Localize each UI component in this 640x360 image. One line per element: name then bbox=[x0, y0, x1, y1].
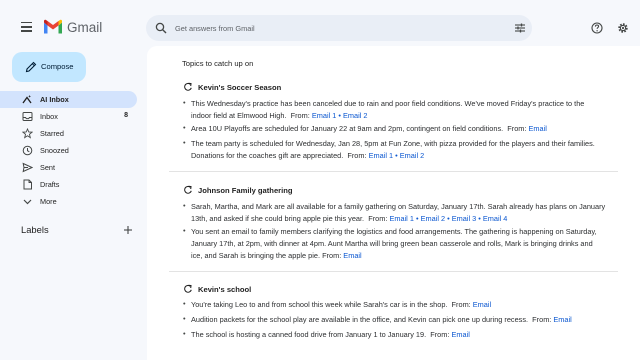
bullet-dot: • bbox=[183, 314, 186, 323]
nav-item-more[interactable]: More bbox=[0, 193, 137, 210]
bullet-dot: • bbox=[183, 226, 186, 235]
nav-item-starred[interactable]: Starred bbox=[0, 125, 137, 142]
topic-title: Kevin's school bbox=[198, 285, 252, 294]
topics-title: Topics to catch up on bbox=[182, 59, 254, 68]
gear-icon[interactable] bbox=[617, 22, 629, 34]
nav-item-snoozed[interactable]: Snoozed bbox=[0, 142, 137, 159]
star-icon bbox=[22, 128, 33, 139]
ai-inbox-icon bbox=[22, 95, 32, 104]
email-link[interactable]: Email 1 bbox=[369, 151, 394, 160]
email-link[interactable]: Email 4 bbox=[483, 214, 508, 223]
clock-icon bbox=[22, 145, 33, 156]
topic-title: Kevin's Soccer Season bbox=[198, 83, 282, 92]
nav-item-drafts[interactable]: Drafts bbox=[0, 176, 137, 193]
nav-label: More bbox=[40, 197, 57, 206]
bullet-dot: • bbox=[183, 138, 186, 147]
bullet-dot: • bbox=[183, 123, 186, 132]
bullet-dot: • bbox=[183, 299, 186, 308]
refresh-icon bbox=[184, 185, 192, 194]
help-icon[interactable] bbox=[591, 22, 603, 34]
bullet-text: You're taking Leo to and from school thi… bbox=[191, 300, 492, 309]
section-divider bbox=[169, 271, 618, 272]
brand-name[interactable]: Gmail bbox=[67, 20, 102, 35]
section-divider bbox=[169, 171, 618, 172]
nav-label: Sent bbox=[40, 163, 56, 172]
email-link[interactable]: Email 3 bbox=[452, 214, 477, 223]
nav-label: Inbox bbox=[40, 112, 58, 121]
email-link[interactable]: Email bbox=[343, 251, 361, 260]
send-icon bbox=[22, 162, 33, 173]
bullet-text: Sarah, Martha, and Mark are all availabl… bbox=[191, 202, 606, 223]
menu-icon[interactable] bbox=[21, 22, 32, 32]
email-link[interactable]: Email 1 bbox=[312, 111, 337, 120]
email-link[interactable]: Email bbox=[451, 330, 469, 339]
nav-label: AI Inbox bbox=[40, 95, 69, 104]
chevron-down-icon bbox=[23, 199, 32, 205]
bullet-dot: • bbox=[183, 98, 186, 107]
tune-icon[interactable] bbox=[514, 22, 526, 34]
topic-title: Johnson Family gathering bbox=[198, 186, 293, 195]
ai-inbox-panel: Topics to catch up on Kevin's Soccer Sea… bbox=[147, 46, 640, 360]
search-icon[interactable] bbox=[155, 22, 167, 34]
nav-item-inbox[interactable]: Inbox 8 bbox=[0, 108, 137, 125]
bullet-text: The team party is scheduled for Wednesda… bbox=[191, 139, 595, 160]
email-link[interactable]: Email 1 bbox=[389, 214, 414, 223]
compose-label: Compose bbox=[41, 62, 74, 71]
nav-item-ai-inbox[interactable]: AI Inbox bbox=[0, 91, 137, 108]
bullet-text: This Wednesday's practice has been cance… bbox=[191, 99, 585, 120]
bullet-text: The school is hosting a canned food driv… bbox=[191, 330, 470, 339]
email-link[interactable]: Email bbox=[529, 124, 547, 133]
labels-heading: Labels bbox=[21, 224, 49, 235]
email-link[interactable]: Email 2 bbox=[343, 111, 368, 120]
search-bar[interactable] bbox=[146, 15, 532, 41]
pencil-icon bbox=[25, 61, 37, 73]
nav-item-sent[interactable]: Sent bbox=[0, 159, 137, 176]
email-link[interactable]: Email bbox=[553, 315, 571, 324]
nav-label: Snoozed bbox=[40, 146, 69, 155]
draft-icon bbox=[23, 179, 32, 190]
search-input[interactable] bbox=[175, 21, 475, 35]
refresh-icon bbox=[184, 82, 192, 91]
add-label-plus-icon[interactable] bbox=[123, 225, 133, 235]
nav-label: Starred bbox=[40, 129, 64, 138]
bullet-dot: • bbox=[183, 329, 186, 338]
email-link[interactable]: Email bbox=[473, 300, 491, 309]
bullet-text: Audition packets for the school play are… bbox=[191, 315, 572, 324]
refresh-icon bbox=[184, 284, 192, 293]
unread-count: 8 bbox=[124, 112, 128, 119]
bullet-text: Area 10U Playoffs are scheduled for Janu… bbox=[191, 124, 547, 133]
gmail-logo-icon[interactable] bbox=[43, 19, 63, 35]
inbox-icon bbox=[22, 112, 33, 121]
email-link[interactable]: Email 2 bbox=[421, 214, 446, 223]
compose-button[interactable]: Compose bbox=[12, 52, 86, 82]
nav-label: Drafts bbox=[40, 180, 60, 189]
bullet-text: You sent an email to family members clar… bbox=[191, 227, 597, 260]
bullet-dot: • bbox=[183, 201, 186, 210]
email-link[interactable]: Email 2 bbox=[400, 151, 425, 160]
